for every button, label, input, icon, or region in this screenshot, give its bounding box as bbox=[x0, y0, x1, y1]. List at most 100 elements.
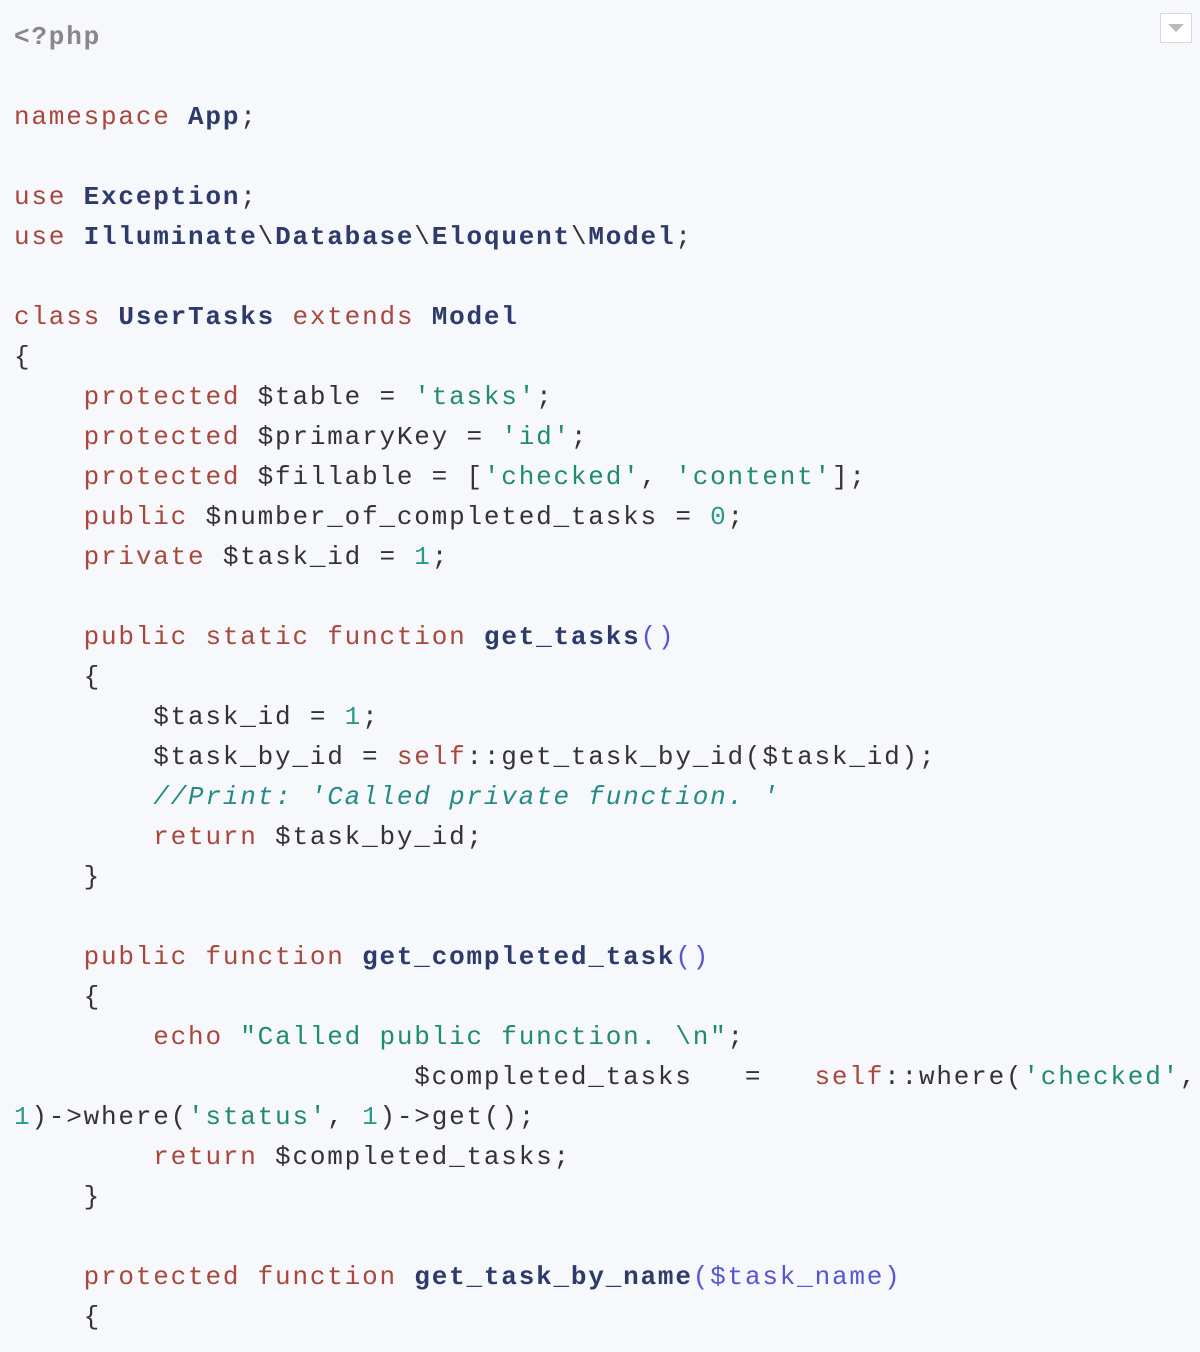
code-token: function bbox=[257, 1262, 397, 1292]
code-token: ; bbox=[240, 102, 258, 132]
code-token: ; bbox=[431, 542, 450, 572]
code-token: protected bbox=[83, 382, 241, 412]
code-line: $task_by_id = self::get_task_by_id($task… bbox=[14, 737, 1197, 777]
code-token: } bbox=[14, 1182, 102, 1212]
code-token: () bbox=[675, 942, 711, 972]
code-line: private $task_id = 1; bbox=[14, 537, 1197, 577]
code-token: get_completed_task bbox=[362, 942, 676, 972]
code-line: 1)->where('status', 1)->get(); bbox=[14, 1097, 1197, 1137]
code-token: namespace bbox=[14, 102, 171, 132]
code-token: //Print: 'Called private function. ' bbox=[153, 782, 780, 812]
code-token: static bbox=[205, 622, 310, 652]
code-token: 1 bbox=[362, 1102, 380, 1132]
code-token: $completed_tasks = bbox=[14, 1062, 815, 1092]
code-token: { bbox=[14, 342, 32, 372]
code-token: extends bbox=[292, 302, 415, 332]
code-token: \ bbox=[570, 222, 589, 252]
code-token: return bbox=[153, 1142, 258, 1172]
code-token: ::get_task_by_id($task_id); bbox=[466, 742, 937, 772]
code-token: )->where( bbox=[31, 1102, 189, 1132]
code-token: 1 bbox=[344, 702, 363, 732]
code-token: \ bbox=[257, 222, 276, 252]
code-options-dropdown[interactable] bbox=[1160, 13, 1192, 43]
code-token: public bbox=[83, 502, 189, 532]
code-token: ; bbox=[240, 182, 258, 212]
code-token: $task_id = bbox=[205, 542, 415, 572]
code-line: protected function get_task_by_name($tas… bbox=[14, 1257, 1197, 1297]
code-token: $primaryKey = bbox=[240, 422, 502, 452]
code-token: 'checked' bbox=[1023, 1062, 1181, 1092]
code-token: Model bbox=[588, 222, 676, 252]
code-token: () bbox=[640, 622, 676, 652]
code-token: echo bbox=[153, 1022, 223, 1052]
code-token: Eloquent bbox=[431, 222, 571, 252]
code-token: Model bbox=[431, 302, 519, 332]
code-token: return bbox=[153, 822, 258, 852]
code-token: get_tasks bbox=[483, 622, 641, 652]
code-token: 1 bbox=[414, 542, 432, 572]
code-token: { bbox=[14, 982, 102, 1012]
code-token: 'status' bbox=[188, 1102, 328, 1132]
code-line: use Illuminate\Database\Eloquent\Model; bbox=[14, 217, 1197, 257]
code-token: function bbox=[327, 622, 467, 652]
code-token: protected bbox=[83, 1262, 241, 1292]
code-token: $task_by_id = bbox=[14, 742, 397, 772]
code-token: { bbox=[14, 1302, 102, 1332]
code-line: class UserTasks extends Model bbox=[14, 297, 1197, 337]
code-token: $fillable = [ bbox=[240, 462, 484, 492]
code-token: App bbox=[188, 102, 241, 132]
code-line: protected $table = 'tasks'; bbox=[14, 377, 1197, 417]
code-line: { bbox=[14, 337, 1197, 377]
code-line: public static function get_tasks() bbox=[14, 617, 1197, 657]
code-token: $number_of_completed_tasks = bbox=[188, 502, 711, 532]
code-token: "Called public function. \n" bbox=[240, 1022, 728, 1052]
code-token: 0 bbox=[710, 502, 728, 532]
code-token: ; bbox=[362, 702, 380, 732]
code-token: protected bbox=[83, 422, 241, 452]
code-token: use bbox=[14, 182, 67, 212]
code-token: self bbox=[814, 1062, 885, 1092]
code-token: UserTasks bbox=[118, 302, 276, 332]
code-line: { bbox=[14, 1297, 1197, 1337]
code-token: public bbox=[83, 942, 189, 972]
code-token: $completed_tasks; bbox=[257, 1142, 571, 1172]
code-token: Database bbox=[275, 222, 415, 252]
code-token: { bbox=[14, 662, 102, 692]
code-token: self bbox=[396, 742, 467, 772]
code-line: return $completed_tasks; bbox=[14, 1137, 1197, 1177]
code-line: { bbox=[14, 977, 1197, 1017]
code-line: $completed_tasks = self::where('checked'… bbox=[14, 1057, 1197, 1097]
code-token: , bbox=[1180, 1062, 1198, 1092]
code-token: get_task_by_name bbox=[414, 1262, 693, 1292]
code-line: { bbox=[14, 657, 1197, 697]
code-token: $task_by_id; bbox=[257, 822, 484, 852]
code-token: , bbox=[327, 1102, 363, 1132]
code-token: private bbox=[83, 542, 206, 572]
code-token: 'checked' bbox=[483, 462, 641, 492]
code-token: 'id' bbox=[501, 422, 571, 452]
code-line: namespace App; bbox=[14, 97, 1197, 137]
